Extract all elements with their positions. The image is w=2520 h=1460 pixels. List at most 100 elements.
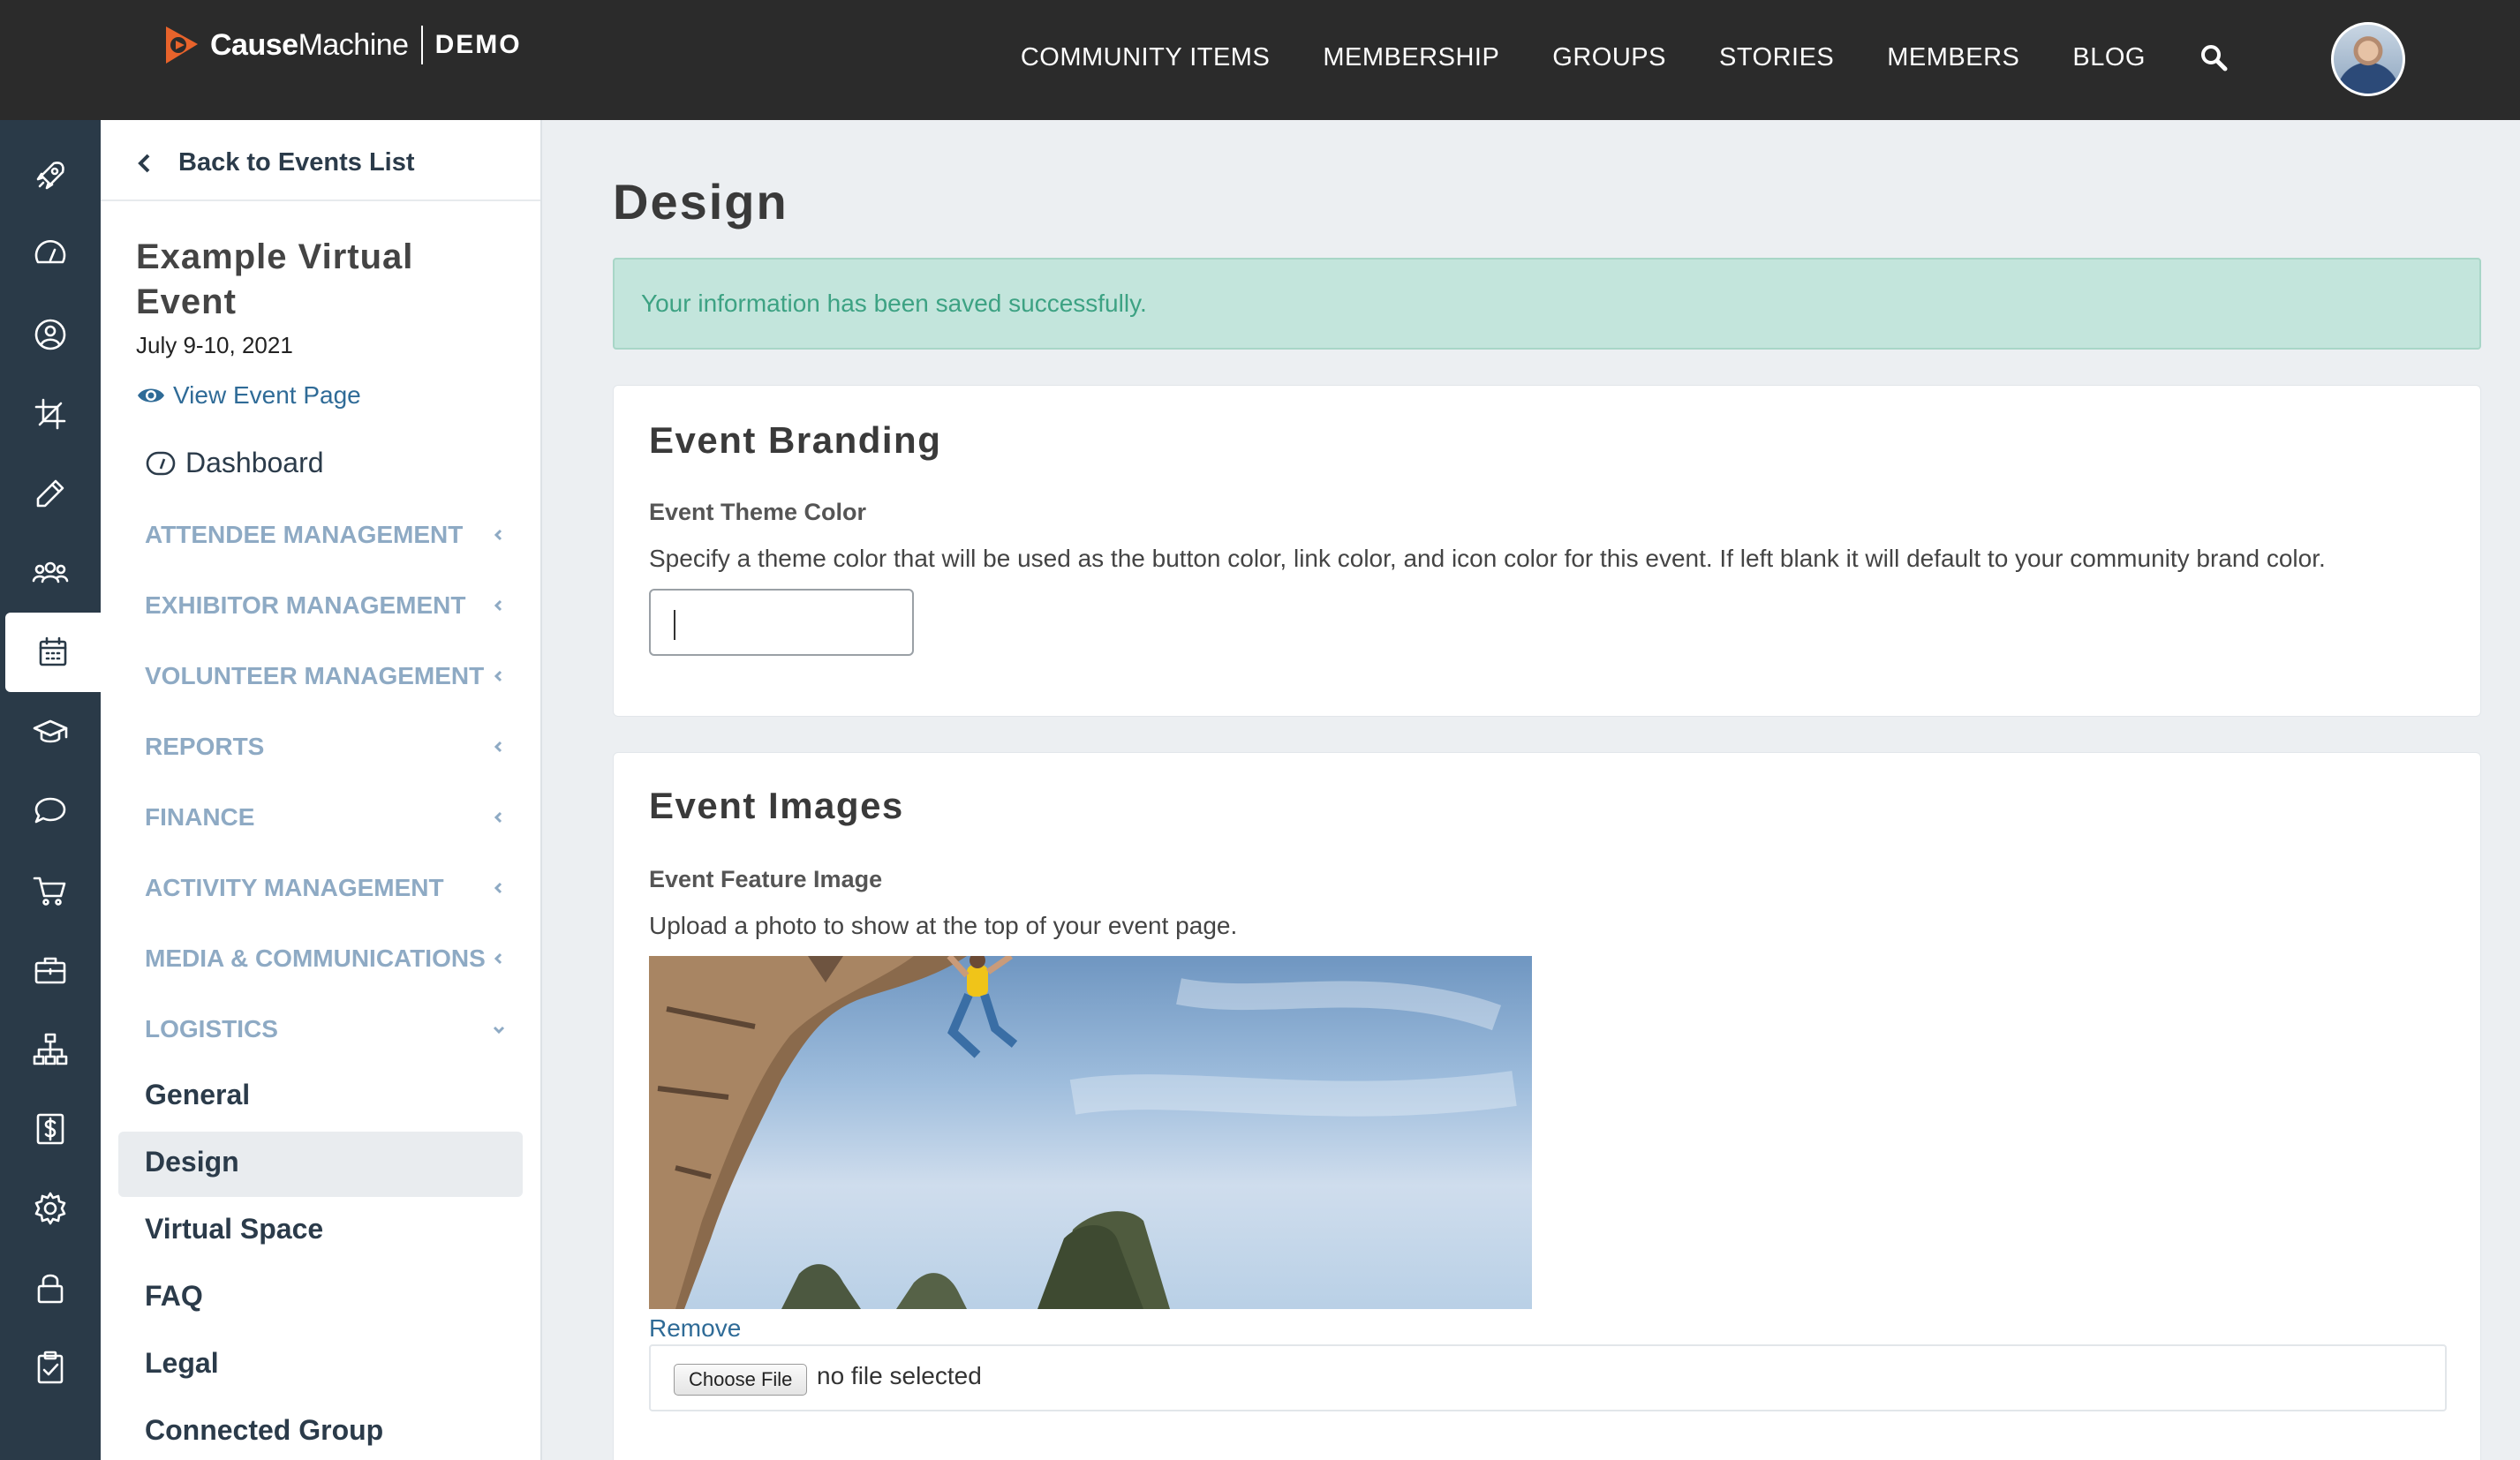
rail-org-chart[interactable] (0, 1010, 101, 1089)
event-title: Example Virtual Event (136, 237, 414, 321)
chevron-left-icon (494, 952, 502, 965)
search-icon[interactable] (2199, 42, 2229, 72)
section-label: ACTIVITY MANAGEMENT (145, 874, 444, 901)
view-event-page-link[interactable]: View Event Page (136, 381, 361, 410)
event-branding-card: Event Branding Event Theme Color Specify… (613, 385, 2481, 717)
dashboard-label: Dashboard (185, 447, 324, 478)
user-circle-icon (34, 319, 66, 350)
eye-icon (138, 388, 164, 403)
chevron-down-icon (493, 1026, 505, 1035)
rail-messages[interactable] (0, 771, 101, 851)
page-title: Design (613, 174, 788, 230)
sidebar-item-general[interactable]: General (145, 1079, 250, 1111)
brand-name: CauseMachine (210, 27, 409, 62)
rail-events[interactable] (5, 613, 101, 692)
sidebar-item-design[interactable]: Design (145, 1146, 239, 1178)
calendar-icon (39, 636, 67, 666)
theme-color-label: Event Theme Color (649, 499, 867, 525)
rail-settings[interactable] (0, 1169, 101, 1248)
chevron-left-icon (494, 670, 502, 682)
sidebar-item-legal[interactable]: Legal (145, 1347, 219, 1380)
gear-icon (34, 1192, 66, 1225)
briefcase-icon (34, 957, 66, 984)
nav-membership[interactable]: MEMBERSHIP (1323, 43, 1499, 72)
chat-bubble-icon (34, 797, 66, 824)
view-event-page-label: View Event Page (173, 381, 361, 409)
chevron-left-icon (494, 599, 502, 612)
lock-icon (37, 1274, 64, 1304)
feature-image-preview (649, 956, 1532, 1309)
event-images-card: Event Images Event Feature Image Upload … (613, 752, 2481, 1460)
back-to-events-link[interactable]: Back to Events List (134, 148, 415, 177)
feature-image-help: Upload a photo to show at the top of you… (649, 912, 1238, 939)
top-nav: COMMUNITY ITEMS MEMBERSHIP GROUPS STORIE… (968, 35, 2229, 79)
section-media-communications[interactable]: MEDIA & COMMUNICATIONS (145, 944, 507, 973)
dollar-icon (36, 1113, 64, 1145)
user-avatar[interactable] (2331, 22, 2405, 96)
back-to-events-label: Back to Events List (178, 148, 415, 177)
section-attendee-management[interactable]: ATTENDEE MANAGEMENT (145, 521, 507, 549)
rail-tasks[interactable] (0, 1328, 101, 1407)
chevron-left-icon (494, 529, 502, 541)
rail-jobs[interactable] (0, 930, 101, 1010)
cart-icon (33, 877, 66, 906)
success-alert: Your information has been saved successf… (613, 258, 2481, 350)
event-sidebar: Back to Events List Example Virtual Even… (101, 120, 542, 1460)
sidebar-item-connected-group[interactable]: Connected Group (145, 1414, 383, 1447)
section-label: EXHIBITOR MANAGEMENT (145, 591, 466, 619)
speedometer-icon (34, 239, 66, 264)
chevron-left-icon (494, 741, 502, 753)
text-caret (674, 610, 675, 640)
event-images-title: Event Images (649, 785, 904, 826)
rail-finance[interactable] (0, 1089, 101, 1169)
chevron-left-icon (494, 811, 502, 824)
sitemap-icon (33, 1033, 68, 1065)
sidebar-item-faq[interactable]: FAQ (145, 1280, 203, 1313)
section-label: VOLUNTEER MANAGEMENT (145, 662, 485, 689)
rail-launch[interactable] (0, 136, 101, 215)
pencil-icon (36, 479, 64, 508)
sidebar-divider (101, 199, 540, 201)
rocket-icon (36, 162, 64, 190)
choose-file-button[interactable]: Choose File (674, 1364, 808, 1396)
rail-members[interactable] (0, 533, 101, 613)
file-status-text: no file selected (817, 1362, 982, 1389)
sidebar-item-virtual-space[interactable]: Virtual Space (145, 1213, 323, 1246)
chevron-left-icon (138, 154, 150, 172)
section-exhibitor-management[interactable]: EXHIBITOR MANAGEMENT (145, 591, 507, 620)
file-upload-field: Choose File no file selected (649, 1344, 2447, 1411)
rock-climber-photo (649, 956, 1517, 1309)
brand-logo-link[interactable]: CauseMachine DEMO (159, 23, 522, 67)
clipboard-check-icon (37, 1351, 64, 1384)
theme-color-input[interactable] (649, 589, 914, 656)
sidebar-item-dashboard[interactable]: Dashboard (145, 447, 324, 479)
nav-members[interactable]: MEMBERS (1887, 43, 2019, 72)
feature-image-label: Event Feature Image (649, 866, 883, 892)
section-activity-management[interactable]: ACTIVITY MANAGEMENT (145, 874, 507, 902)
rail-store[interactable] (0, 851, 101, 930)
nav-stories[interactable]: STORIES (1719, 43, 1834, 72)
rail-security[interactable] (0, 1248, 101, 1328)
remove-image-link[interactable]: Remove (649, 1314, 741, 1343)
section-reports[interactable]: REPORTS (145, 733, 507, 761)
section-finance[interactable]: FINANCE (145, 803, 507, 832)
nav-groups[interactable]: GROUPS (1552, 43, 1666, 72)
rail-crop[interactable] (0, 374, 101, 454)
speedometer-icon (146, 451, 176, 475)
rail-learning[interactable] (0, 692, 101, 771)
section-label: MEDIA & COMMUNICATIONS (145, 944, 486, 972)
nav-blog[interactable]: BLOG (2072, 43, 2146, 72)
chevron-left-icon (494, 882, 502, 894)
theme-color-help: Specify a theme color that will be used … (649, 545, 2326, 572)
crop-icon (34, 398, 66, 430)
rail-dashboard[interactable] (0, 215, 101, 295)
graduation-cap-icon (33, 719, 68, 743)
brand-divider (420, 26, 423, 64)
section-label: ATTENDEE MANAGEMENT (145, 521, 464, 548)
section-volunteer-management[interactable]: VOLUNTEER MANAGEMENT (145, 662, 507, 690)
section-label: LOGISTICS (145, 1015, 278, 1042)
rail-edit[interactable] (0, 454, 101, 533)
section-logistics[interactable]: LOGISTICS (145, 1015, 507, 1043)
nav-community-items[interactable]: COMMUNITY ITEMS (1021, 43, 1270, 72)
rail-profile[interactable] (0, 295, 101, 374)
